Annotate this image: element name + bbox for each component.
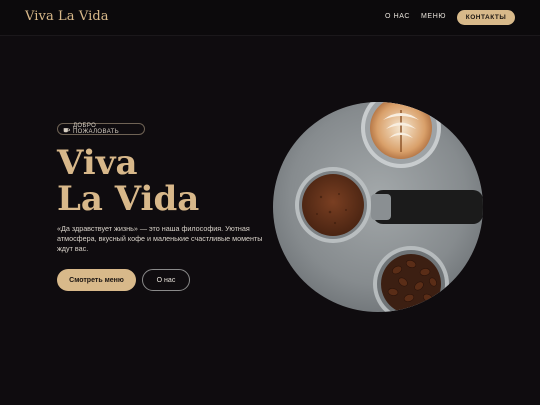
welcome-badge: ДОБРО ПОЖАЛОВАТЬ bbox=[57, 123, 145, 135]
nav-link-menu[interactable]: МЕНЮ bbox=[421, 13, 446, 20]
welcome-badge-label: ДОБРО ПОЖАЛОВАТЬ bbox=[72, 123, 120, 135]
hero-title: Viva La Vida bbox=[57, 145, 199, 217]
nav-contacts-button[interactable]: КОНТАКТЫ bbox=[457, 10, 515, 25]
hero-title-line-2: La Vida bbox=[57, 179, 200, 219]
coffee-photo-illustration bbox=[273, 102, 483, 312]
hero-title-line-1: Viva bbox=[57, 143, 138, 183]
hero-description: «Да здравствует жизнь» — это наша филосо… bbox=[57, 224, 263, 254]
nav-link-about[interactable]: О НАС bbox=[385, 13, 410, 20]
coffee-cup-icon bbox=[63, 127, 70, 132]
coffee-photo bbox=[273, 102, 483, 312]
brand-logo[interactable]: Viva La Vida bbox=[25, 9, 109, 24]
top-navbar: Viva La Vida О НАС МЕНЮ КОНТАКТЫ bbox=[0, 0, 540, 36]
view-menu-button[interactable]: Смотреть меню bbox=[57, 269, 136, 291]
about-button[interactable]: О нас bbox=[142, 269, 190, 291]
